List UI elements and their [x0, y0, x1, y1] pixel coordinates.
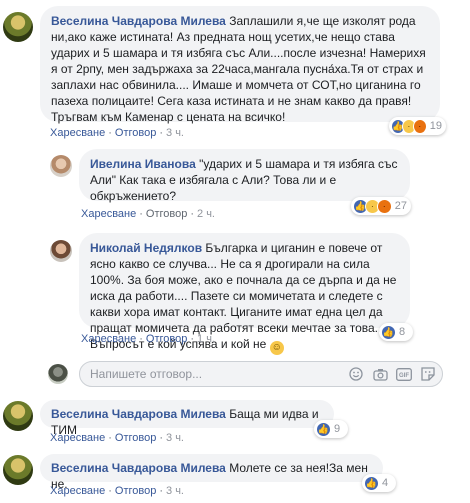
- reaction-summary[interactable]: 👍 9: [314, 420, 348, 438]
- comment-bubble: Веселина Чавдарова Милева Молете се за н…: [40, 454, 383, 491]
- camera-icon[interactable]: [372, 366, 388, 382]
- reaction-count: 19: [429, 120, 443, 132]
- reply-input-box[interactable]: GIF: [79, 361, 443, 387]
- like-icon: 👍: [381, 324, 396, 340]
- sticker-icon[interactable]: [420, 366, 436, 382]
- smile-emoji-icon: ☺: [269, 341, 284, 355]
- comment-author[interactable]: Ивелина Иванова: [90, 157, 196, 171]
- timestamp[interactable]: 2 ч.: [197, 208, 215, 220]
- reply-button[interactable]: Отговор: [115, 485, 156, 497]
- angry-icon: ·: [412, 118, 427, 134]
- avatar[interactable]: [3, 401, 33, 431]
- reply-button[interactable]: Отговор: [146, 333, 187, 345]
- comment-actions: Харесване · Отговор · 1 ч.: [81, 333, 215, 345]
- timestamp[interactable]: 3 ч.: [166, 432, 184, 444]
- reaction-summary[interactable]: 👍 · · 19: [389, 117, 446, 135]
- comment-actions: Харесване · Отговор · 3 ч.: [50, 485, 184, 497]
- comment-bubble: Веселина Чавдарова Милева Заплашили я,че…: [40, 6, 440, 124]
- comment-bubble: Николай Недялков Българка и циганин е по…: [79, 233, 410, 355]
- angry-icon: ·: [376, 198, 392, 214]
- current-user-avatar: [48, 364, 68, 384]
- svg-text:GIF: GIF: [399, 373, 409, 379]
- comment-bubble: Веселина Чавдарова Милева Баща ми идва и…: [40, 400, 334, 437]
- comment-actions: Харесване · Отговор · 3 ч.: [50, 127, 184, 139]
- comment-text: Заплашили я,че ще изколят рода ни,ако ка…: [51, 14, 426, 124]
- avatar[interactable]: [50, 240, 72, 262]
- reaction-count: 27: [394, 200, 408, 212]
- reaction-count: 9: [334, 423, 341, 435]
- reaction-summary[interactable]: 👍 4: [362, 474, 396, 492]
- avatar[interactable]: [50, 155, 72, 177]
- timestamp[interactable]: 3 ч.: [166, 127, 184, 139]
- avatar[interactable]: [3, 12, 33, 42]
- comment-author[interactable]: Веселина Чавдарова Милева: [51, 407, 226, 421]
- like-icon: 👍: [316, 421, 331, 437]
- like-button[interactable]: Харесване: [81, 208, 136, 220]
- timestamp[interactable]: 1 ч.: [197, 333, 215, 345]
- reaction-summary[interactable]: 👍 8: [379, 323, 413, 341]
- like-button[interactable]: Харесване: [81, 333, 136, 345]
- comment-author[interactable]: Веселина Чавдарова Милева: [51, 14, 226, 28]
- like-icon: 👍: [364, 475, 379, 491]
- comment-author[interactable]: Николай Недялков: [90, 241, 202, 255]
- comment-bubble: Ивелина Иванова "ударих и 5 шамара и тя …: [79, 149, 410, 203]
- emoji-icon[interactable]: [348, 366, 364, 382]
- reaction-count: 8: [399, 326, 406, 338]
- reaction-summary[interactable]: 👍 · · 27: [351, 197, 411, 215]
- reply-input[interactable]: [90, 366, 290, 382]
- gif-icon[interactable]: GIF: [396, 366, 412, 382]
- reaction-count: 4: [382, 477, 389, 489]
- comment-actions: Харесване · Отговор · 3 ч.: [50, 432, 184, 444]
- like-button[interactable]: Харесване: [50, 432, 105, 444]
- like-button[interactable]: Харесване: [50, 127, 105, 139]
- reply-button[interactable]: Отговор: [146, 208, 187, 220]
- avatar[interactable]: [3, 455, 33, 485]
- timestamp[interactable]: 3 ч.: [166, 485, 184, 497]
- reply-button[interactable]: Отговор: [115, 127, 156, 139]
- comment-actions: Харесване · Отговор · 2 ч.: [81, 208, 215, 220]
- reply-button[interactable]: Отговор: [115, 432, 156, 444]
- like-button[interactable]: Харесване: [50, 485, 105, 497]
- comment-author[interactable]: Веселина Чавдарова Милева: [51, 461, 226, 475]
